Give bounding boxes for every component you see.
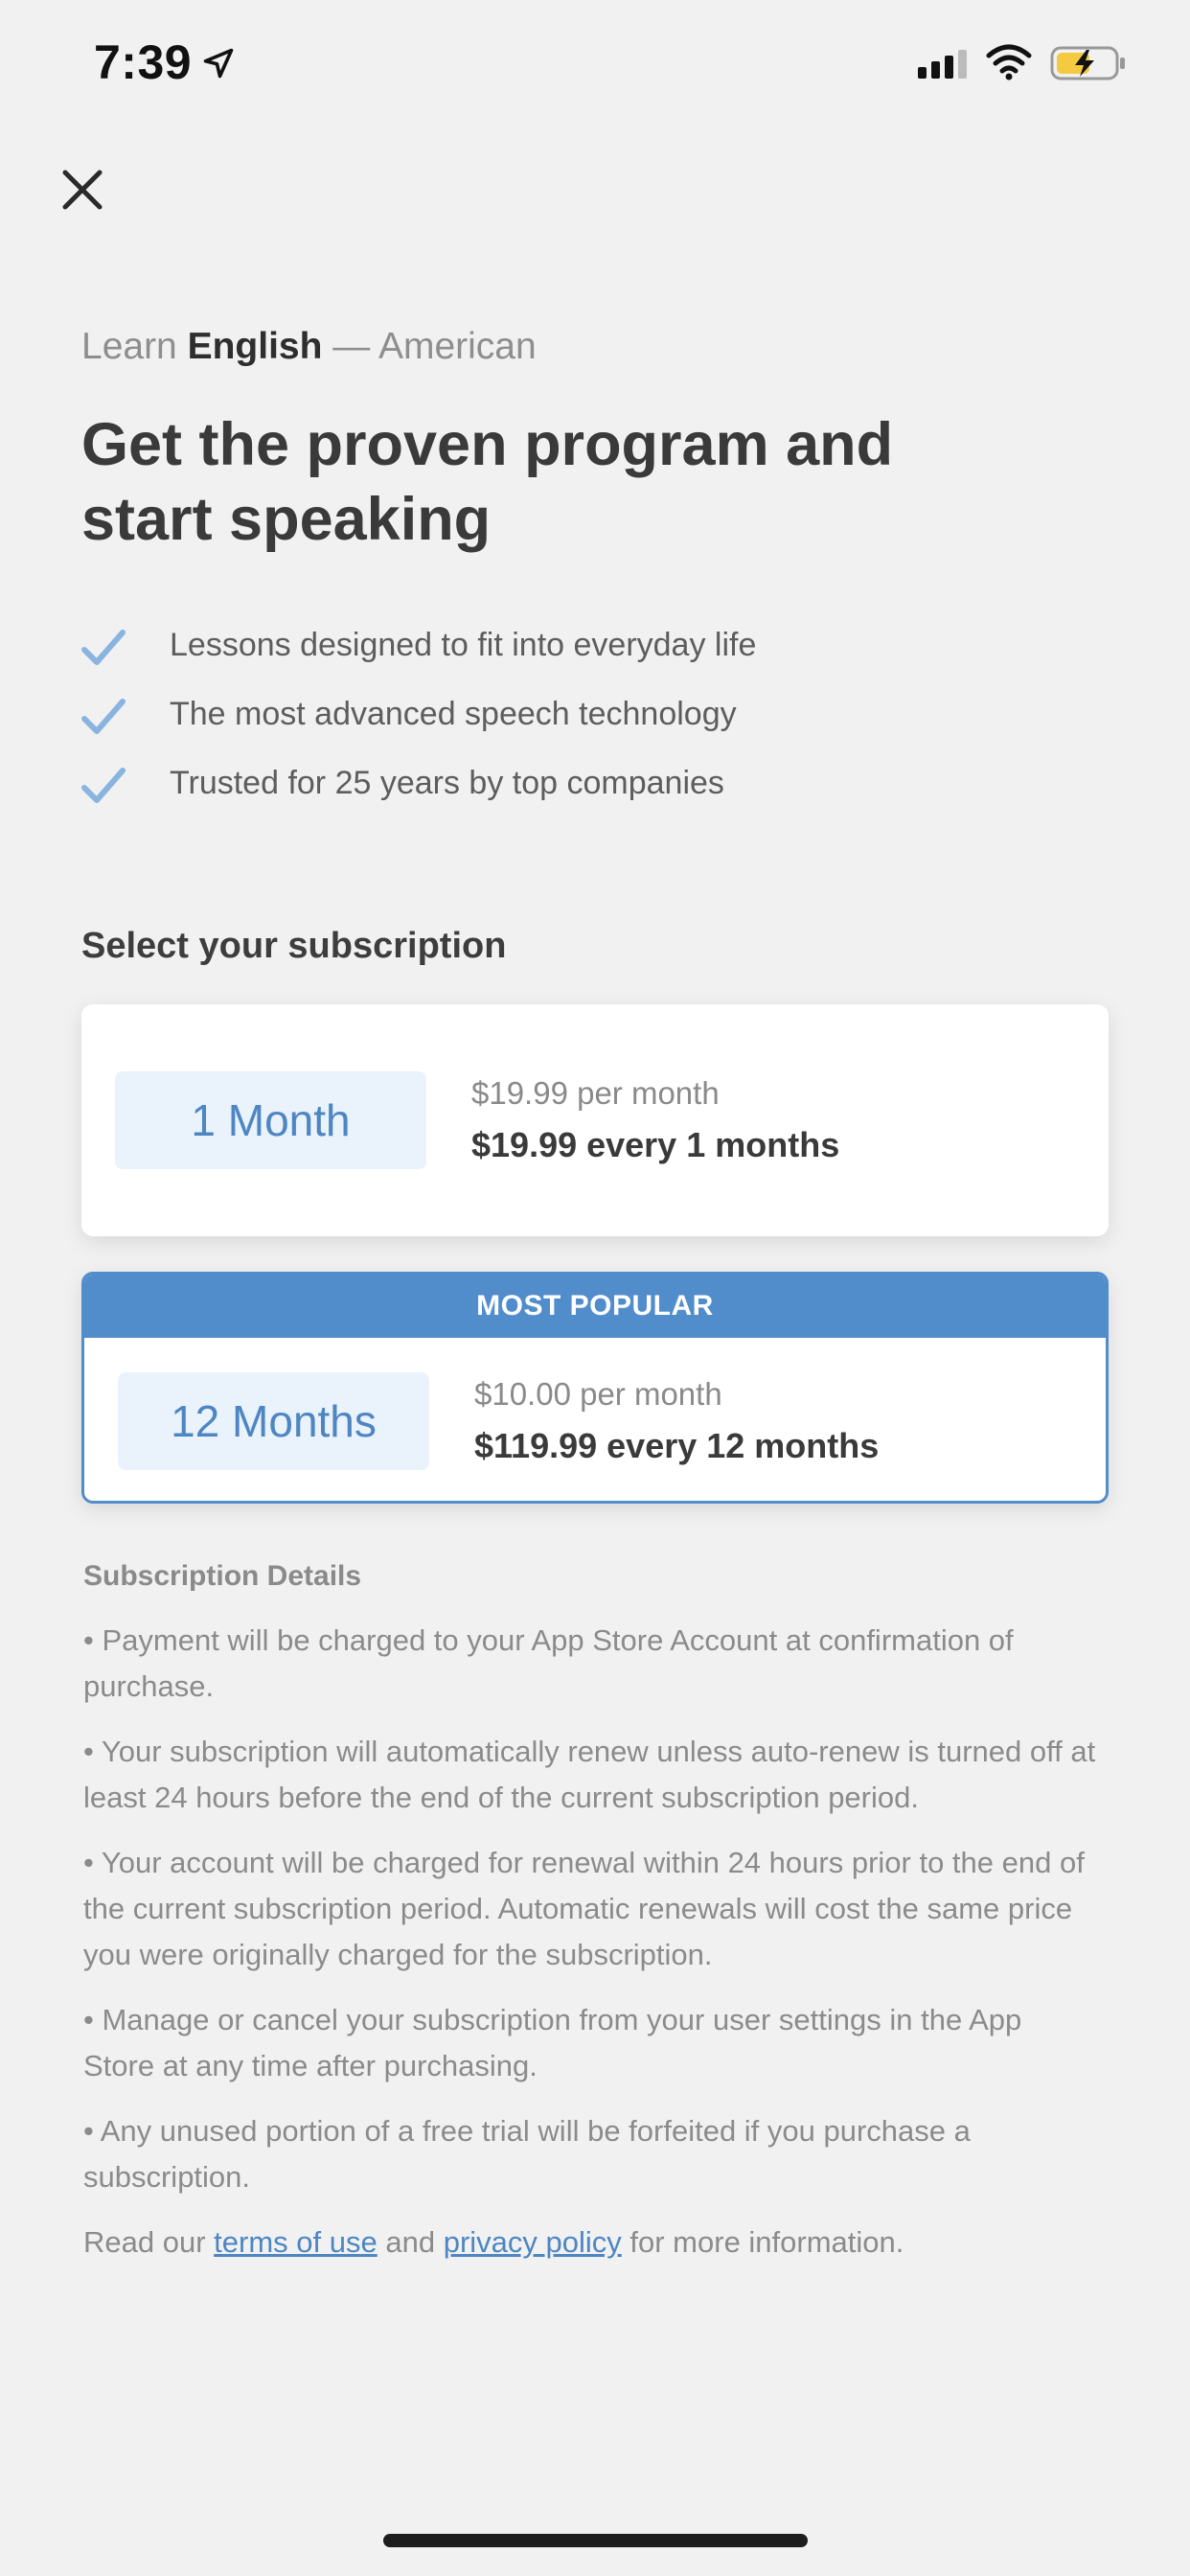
feature-item: Lessons designed to fit into everyday li…: [81, 621, 1116, 690]
headline-line-2: start speaking: [81, 486, 492, 553]
privacy-policy-link[interactable]: privacy policy: [444, 2225, 622, 2259]
legal-footer: Read our terms of use and privacy policy…: [83, 2220, 1099, 2266]
detail-item: • Your account will be charged for renew…: [83, 1846, 1085, 1971]
plan-price-total: $19.99 every 1 months: [471, 1125, 840, 1164]
battery-charging-icon: [1050, 46, 1125, 80]
feature-item: The most advanced speech technology: [81, 690, 1116, 759]
plan-price-per-month: $10.00 per month: [474, 1376, 722, 1412]
plan-duration: 1 Month: [115, 1071, 426, 1169]
footer-prefix: Read our: [83, 2225, 206, 2259]
subscription-details: Subscription Details • Payment will be c…: [83, 1560, 1099, 2266]
plan-card-12-months[interactable]: MOST POPULAR 12 Months $10.00 per month …: [81, 1272, 1109, 1504]
cellular-signal-icon: [918, 50, 967, 79]
section-title: Select your subscription: [81, 926, 507, 966]
check-icon: [81, 699, 126, 734]
headline-line-1: Get the proven program and: [81, 411, 894, 478]
plan-price-per-month: $19.99 per month: [471, 1075, 720, 1111]
feature-text: Trusted for 25 years by top companies: [170, 765, 724, 801]
plan-price-total: $119.99 every 12 months: [474, 1426, 880, 1465]
status-bar: 7:39: [0, 0, 1190, 125]
footer-suffix: for more information.: [629, 2225, 904, 2259]
location-arrow-icon: [203, 48, 234, 79]
feature-item: Trusted for 25 years by top companies: [81, 759, 1116, 828]
detail-item: • Any unused portion of a free trial wil…: [83, 2114, 971, 2194]
footer-and: and: [385, 2225, 436, 2259]
page-title: Get the proven program and start speakin…: [81, 407, 1040, 557]
eyebrow-suffix: — American: [332, 326, 537, 367]
details-title: Subscription Details: [83, 1560, 362, 1592]
feature-text: The most advanced speech technology: [170, 696, 737, 732]
detail-item: • Your subscription will automatically r…: [83, 1735, 1096, 1814]
subscription-screen: 7:39 Learn English — American Get the pr…: [0, 0, 1190, 2576]
check-icon: [81, 768, 126, 803]
wifi-icon: [986, 44, 1032, 80]
detail-item: • Manage or cancel your subscription fro…: [83, 2003, 1022, 2082]
most-popular-badge: MOST POPULAR: [84, 1275, 1106, 1338]
feature-list: Lessons designed to fit into everyday li…: [81, 621, 1116, 828]
terms-of-use-link[interactable]: terms of use: [214, 2225, 378, 2259]
eyebrow-prefix: Learn: [81, 326, 177, 367]
check-icon: [81, 630, 126, 665]
status-time: 7:39: [94, 35, 193, 89]
close-button[interactable]: [56, 163, 109, 217]
feature-text: Lessons designed to fit into everyday li…: [170, 627, 757, 663]
eyebrow-language: English: [187, 326, 323, 367]
home-indicator[interactable]: [383, 2534, 808, 2547]
plan-duration: 12 Months: [118, 1372, 429, 1470]
plan-card-1-month[interactable]: 1 Month $19.99 per month $19.99 every 1 …: [81, 1004, 1109, 1236]
course-eyebrow: Learn English — American: [81, 326, 537, 368]
detail-item: • Payment will be charged to your App St…: [83, 1623, 1014, 1703]
